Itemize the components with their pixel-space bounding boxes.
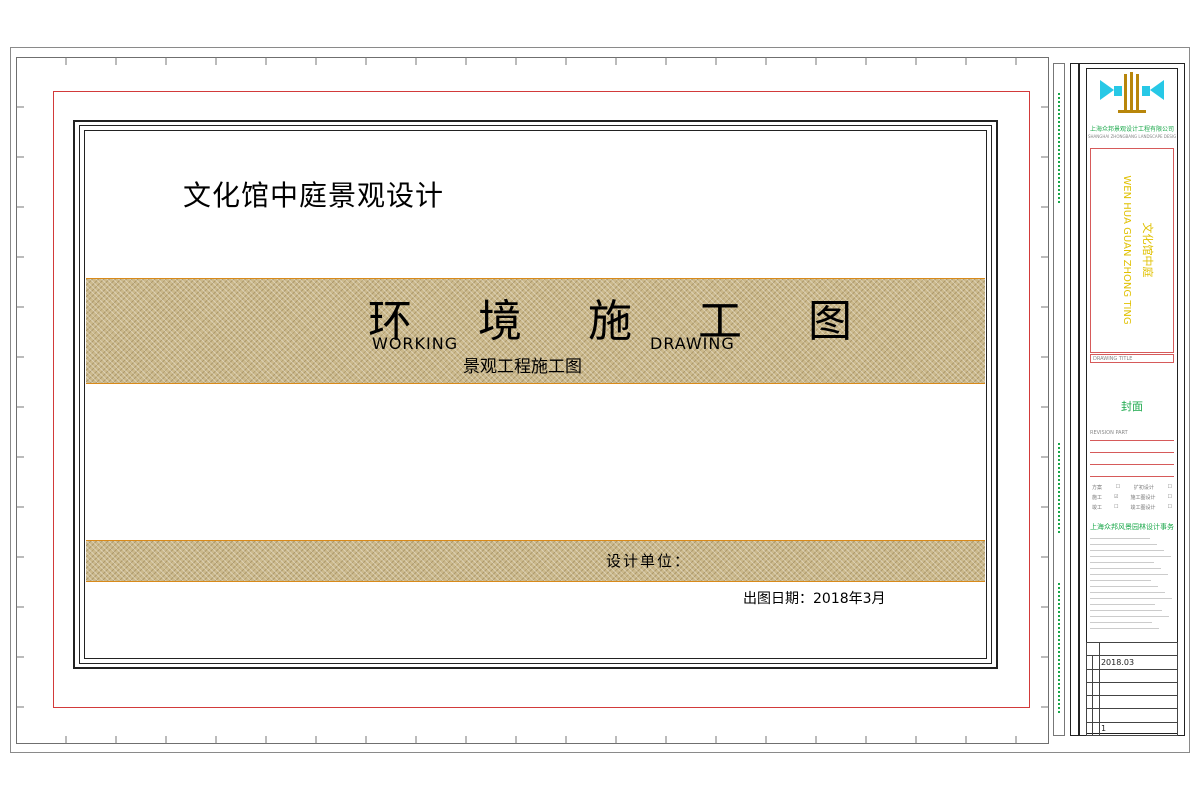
rule-line [1090, 440, 1174, 441]
subtitle-cn: 景观工程施工图 [463, 357, 582, 377]
subtitle-en-drawing: DRAWING [650, 334, 735, 353]
subtitle-en-working: WORKING [372, 334, 459, 353]
table-cell [1098, 641, 1179, 657]
rule-line [1090, 476, 1174, 477]
rule-line [1090, 452, 1174, 453]
project-name-vertical: WEN HUA GUAN ZHONG TING 文化馆中庭 [1121, 175, 1155, 324]
table-cell [1098, 681, 1179, 697]
date-value: 2018.03 [1098, 655, 1179, 670]
ruler-top [65, 57, 1017, 65]
designer-band [86, 540, 985, 582]
checkbox-label: 施工图设计 [1130, 494, 1156, 501]
revision-label: REVISION PART [1090, 430, 1128, 436]
checkbox-label: 扩初设计 [1133, 484, 1154, 491]
checkbox-label: 竣工 [1092, 504, 1103, 511]
company-name-cn: 上海众邦景观设计工程有限公司 [1089, 126, 1174, 133]
checkbox-label: 施工 [1092, 494, 1103, 501]
ruler-bottom [65, 736, 1017, 744]
checkbox[interactable]: ☐ [1114, 504, 1118, 510]
sheet-info-table: 2018.03 1 [1085, 641, 1179, 737]
checkbox-row: 施工 ☑ 施工图设计 ☐ [1090, 492, 1174, 502]
checkbox-checked[interactable]: ☑ [1114, 494, 1118, 500]
company-name-en: SHANGHAI ZHONGBANG LANDSCAPE DESIGN ENGI… [1088, 134, 1176, 139]
drawing-name: 封面 [1121, 400, 1143, 413]
table-cell [1098, 668, 1179, 683]
note-line [1090, 625, 1174, 631]
checkbox[interactable]: ☐ [1168, 504, 1172, 510]
issue-date: 出图日期：2018年3月 [743, 591, 886, 607]
notes-block [1090, 535, 1174, 641]
table-cell [1098, 708, 1179, 723]
table-cell [1086, 641, 1100, 657]
ruler-left [16, 106, 24, 708]
checkbox[interactable]: ☐ [1168, 494, 1172, 500]
checkbox-row: 竣工 ☐ 竣工图设计 ☐ [1090, 502, 1174, 512]
checkbox[interactable]: ☐ [1167, 484, 1171, 490]
design-firm-name: 上海众邦风景园林设计事务所 [1090, 523, 1174, 531]
designer-label: 设计单位： [606, 552, 692, 570]
phase-checkboxes: 方案 ☐ 扩初设计 ☐ 施工 ☑ 施工图设计 ☐ 竣工 ☐ 竣工图设计 ☐ [1090, 482, 1174, 512]
checkbox-label: 方案 [1092, 484, 1103, 491]
company-logo-icon [1100, 72, 1164, 113]
rule-line [1090, 464, 1174, 465]
project-name-cn: 文化馆中庭 [1141, 223, 1155, 278]
table-cell [1098, 695, 1179, 710]
checkbox-row: 方案 ☐ 扩初设计 ☐ [1090, 482, 1174, 492]
strip-markings [1058, 93, 1060, 713]
title-block-divider [1078, 63, 1081, 736]
checkbox-label: 竣工图设计 [1130, 504, 1156, 511]
drawing-title-label: DRAWING TITLE [1090, 354, 1174, 363]
sheet-number: 1 [1098, 721, 1179, 737]
project-title: 文化馆中庭景观设计 [183, 179, 445, 212]
project-name-pinyin: WEN HUA GUAN ZHONG TING [1121, 175, 1132, 324]
checkbox[interactable]: ☐ [1116, 484, 1120, 490]
ruler-right [1041, 106, 1049, 708]
